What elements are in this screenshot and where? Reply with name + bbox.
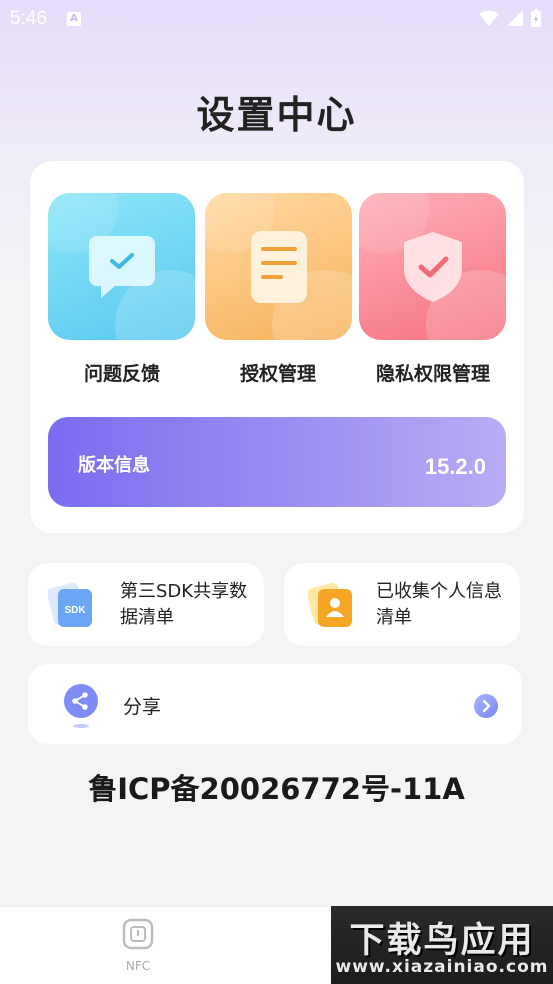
svg-text:SDK: SDK [64, 605, 86, 616]
shield-check-icon [403, 231, 462, 302]
share-icon [64, 684, 98, 728]
collected-info-list-label: 已收集个人信息清单 [376, 581, 502, 628]
collected-info-list-card[interactable]: 已收集个人信息清单 [284, 563, 520, 646]
sdk-data-list-label: 第三SDK共享数据清单 [120, 581, 248, 628]
chat-check-icon [88, 235, 155, 298]
privacy-label: 隐私权限管理 [375, 363, 490, 385]
privacy-tile[interactable] [359, 193, 506, 340]
version-label: 版本信息 [78, 455, 150, 476]
chevron-right-icon[interactable] [474, 694, 498, 718]
signal-icon [507, 10, 523, 26]
share-label: 分享 [123, 696, 162, 718]
nfc-icon [122, 918, 154, 950]
watermark-title: 下载鸟应用 [349, 921, 535, 961]
sdk-icon: SDK [48, 582, 92, 627]
watermark-url: www.xiazainiao.com [335, 957, 549, 977]
nav-nfc-label: NFC [125, 959, 151, 973]
version-info-bar[interactable]: 版本信息 15.2.0 [48, 417, 506, 507]
page-title: 设置中心 [196, 93, 357, 137]
version-number: 15.2.0 [424, 454, 486, 479]
sdk-data-list-card[interactable]: SDK 第三SDK共享数据清单 [28, 563, 264, 646]
wifi-icon [479, 10, 499, 26]
battery-icon [531, 9, 541, 27]
watermark: 下载鸟应用 www.xiazainiao.com [331, 906, 553, 984]
feedback-tile[interactable] [48, 193, 195, 340]
icp-number: 鲁ICP备20026772号-11A [88, 772, 465, 806]
feedback-label: 问题反馈 [83, 363, 160, 385]
status-time: 5:46 [10, 8, 47, 29]
authorization-tile[interactable] [205, 193, 352, 340]
notification-a-icon: A [66, 12, 81, 26]
document-icon [250, 230, 307, 303]
share-row[interactable]: 分享 [28, 664, 522, 744]
person-card-icon [308, 582, 352, 627]
status-icons [479, 9, 541, 27]
settings-card: 问题反馈 授权管理 隐私权限管理 版本信息 15.2.0 [30, 161, 524, 533]
authorization-label: 授权管理 [239, 363, 316, 385]
status-bar: 5:46 A [0, 0, 553, 38]
nav-item-nfc[interactable]: NFC [108, 917, 168, 973]
